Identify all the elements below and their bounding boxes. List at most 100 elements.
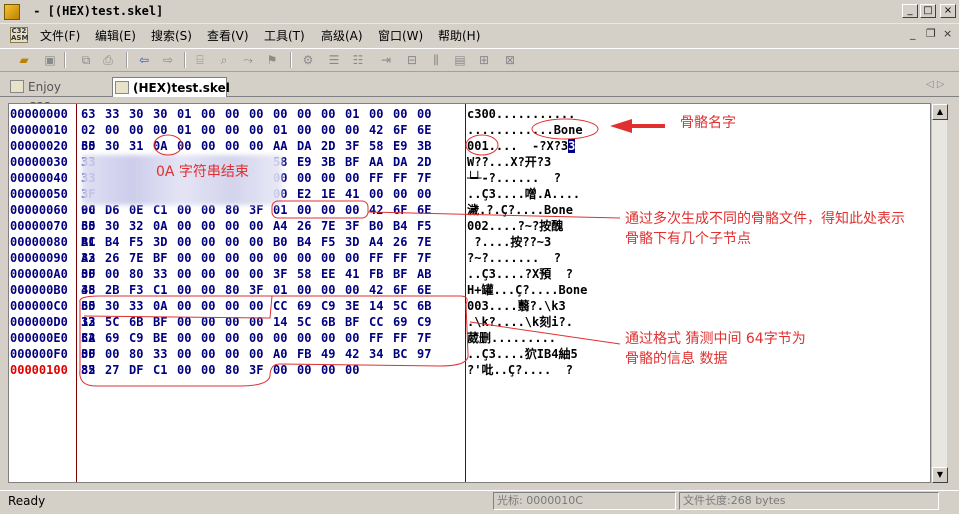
ascii-row[interactable]: ..Ç3....?X預 ? <box>467 266 597 282</box>
hex-byte[interactable]: 6B <box>321 314 345 330</box>
hex-byte[interactable]: 14 <box>273 314 297 330</box>
hex-byte[interactable]: 00 <box>393 186 417 202</box>
hex-row[interactable]: 30 30 33 0A 00 00 00 00 CC 69 C9 3E 14 5C 6B33 <box>81 298 463 329</box>
hex-byte[interactable]: 42 <box>345 346 369 362</box>
hex-row[interactable]: CA 69 C9 BE 00 00 00 00 00 00 00 00 FF FF 7F3F <box>81 330 463 361</box>
hex-row[interactable]: 00 00 80 33 00 00 00 00 A0 FB 49 42 34 BC 9735 <box>81 346 463 377</box>
hex-byte[interactable]: F5 <box>321 234 345 250</box>
hex-byte[interactable]: A2 <box>81 250 105 266</box>
hex-byte[interactable]: 58 <box>369 138 393 154</box>
hex-byte[interactable]: 00 <box>417 186 441 202</box>
hex-byte[interactable]: 00 <box>177 362 201 378</box>
hex-byte[interactable]: 00 <box>177 250 201 266</box>
hex-byte[interactable]: 00 <box>249 234 273 250</box>
hex-byte[interactable]: 2B <box>105 282 129 298</box>
columns-icon[interactable]: ⫼ <box>428 52 444 68</box>
hex-byte[interactable]: 00 <box>369 186 393 202</box>
hex-byte[interactable]: 3D <box>153 234 177 250</box>
hex-byte[interactable]: 7E <box>417 234 441 250</box>
hex-byte[interactable]: CC <box>369 314 393 330</box>
hex-byte[interactable]: 82 <box>81 362 105 378</box>
hex-byte[interactable]: C9 <box>321 298 345 314</box>
hex-byte[interactable]: 00 <box>225 266 249 282</box>
back-arrow-icon[interactable]: ⇦ <box>136 52 152 68</box>
hex-byte[interactable]: CA <box>81 330 105 346</box>
hex-byte[interactable]: FB <box>369 266 393 282</box>
hex-byte[interactable]: 00 <box>297 362 321 378</box>
hex-byte[interactable]: 00 <box>201 250 225 266</box>
hex-byte[interactable]: 30 <box>105 138 129 154</box>
hex-byte[interactable]: 00 <box>297 122 321 138</box>
hex-byte[interactable]: 41 <box>345 186 369 202</box>
hex-byte[interactable]: 00 <box>225 218 249 234</box>
menu-view[interactable]: 查看(V) <box>207 27 249 44</box>
hex-byte[interactable]: 00 <box>393 106 417 122</box>
hex-byte[interactable]: 00 <box>249 122 273 138</box>
hex-byte[interactable]: A0 <box>273 346 297 362</box>
ascii-row[interactable]: ?....按??~3 <box>467 234 597 250</box>
maximize-button[interactable]: □ <box>920 4 936 18</box>
ascii-row[interactable]: 葳删......... <box>467 330 597 346</box>
menu-help[interactable]: 帮助(H) <box>438 27 480 44</box>
hex-byte[interactable]: 7F <box>417 330 441 346</box>
hex-byte[interactable]: F3 <box>129 282 153 298</box>
hex-byte[interactable]: BF <box>393 266 417 282</box>
mdi-close-button[interactable]: × <box>943 27 952 40</box>
hex-byte[interactable]: 00 <box>321 122 345 138</box>
ascii-row[interactable]: ?~?....... ? <box>467 250 597 266</box>
ascii-column[interactable]: c300........... ............Bone 001.... -… <box>467 106 597 378</box>
hex-byte[interactable]: 00 <box>249 346 273 362</box>
hex-byte[interactable]: 34 <box>369 346 393 362</box>
hex-byte[interactable]: 00 <box>345 330 369 346</box>
hex-byte[interactable]: 6B <box>129 314 153 330</box>
hex-byte[interactable]: 00 <box>225 138 249 154</box>
hex-byte[interactable]: 00 <box>177 298 201 314</box>
hex-byte[interactable]: 69 <box>105 330 129 346</box>
hex-byte[interactable]: B4 <box>393 218 417 234</box>
hex-byte[interactable]: 0A <box>153 218 177 234</box>
hex-byte[interactable]: 00 <box>249 266 273 282</box>
hex-byte[interactable]: 6E <box>417 282 441 298</box>
hex-row[interactable]: 48 2B F3 C1 00 00 80 3F 01 00 00 00 42 6F 6E65 <box>81 282 463 313</box>
hex-byte[interactable]: 00 <box>249 314 273 330</box>
hex-byte[interactable]: 01 <box>273 282 297 298</box>
minimize-button[interactable]: _ <box>902 4 918 18</box>
hex-byte[interactable]: AA <box>369 154 393 170</box>
hex-byte[interactable]: BF <box>345 154 369 170</box>
hex-byte[interactable]: 41 <box>345 266 369 282</box>
scroll-down-icon[interactable]: ▼ <box>932 467 948 483</box>
hex-byte[interactable]: B0 <box>273 234 297 250</box>
hex-byte[interactable]: 00 <box>297 170 321 186</box>
hex-byte[interactable]: 00 <box>345 362 369 378</box>
hex-byte[interactable]: A4 <box>369 234 393 250</box>
hex-byte[interactable]: 42 <box>369 282 393 298</box>
rows-icon[interactable]: ▤ <box>452 52 468 68</box>
hex-byte[interactable]: 00 <box>297 202 321 218</box>
hex-byte[interactable]: BF <box>153 314 177 330</box>
hex-byte[interactable]: 49 <box>321 346 345 362</box>
menu-window[interactable]: 窗口(W) <box>378 27 423 44</box>
ascii-row[interactable]: 002....?~?按醜 <box>467 218 597 234</box>
hex-byte[interactable]: B0 <box>369 218 393 234</box>
hex-byte[interactable]: 00 <box>273 106 297 122</box>
menu-advanced[interactable]: 高级(A) <box>321 27 363 44</box>
hex-byte[interactable]: 3D <box>345 234 369 250</box>
menu-tools[interactable]: 工具(T) <box>264 27 305 44</box>
hex-byte[interactable]: 00 <box>321 362 345 378</box>
hex-byte[interactable]: 00 <box>105 122 129 138</box>
ascii-row[interactable]: ?'吡..Ç?.... ? <box>467 362 597 378</box>
hex-byte[interactable]: 30 <box>81 298 105 314</box>
ascii-row[interactable]: W??...X?开?3 <box>467 154 597 170</box>
hex-byte[interactable]: 33 <box>153 266 177 282</box>
hex-byte[interactable]: 69 <box>297 298 321 314</box>
hex-byte[interactable]: 00 <box>153 122 177 138</box>
hex-byte[interactable]: 58 <box>297 266 321 282</box>
app-icon[interactable] <box>4 4 20 20</box>
hex-byte[interactable]: 7E <box>321 218 345 234</box>
hex-byte[interactable]: 33 <box>105 106 129 122</box>
hex-row[interactable]: 12 5C 6B BF 00 00 00 00 14 5C 6B BF CC 69 C932 <box>81 314 463 345</box>
hex-byte[interactable]: 00 <box>201 362 225 378</box>
hex-byte[interactable]: 3F <box>249 282 273 298</box>
ascii-row[interactable]: 001.... -?X?33 <box>467 138 597 154</box>
tab-enjoy-c32asm[interactable]: Enjoy C32asm <box>8 77 108 114</box>
